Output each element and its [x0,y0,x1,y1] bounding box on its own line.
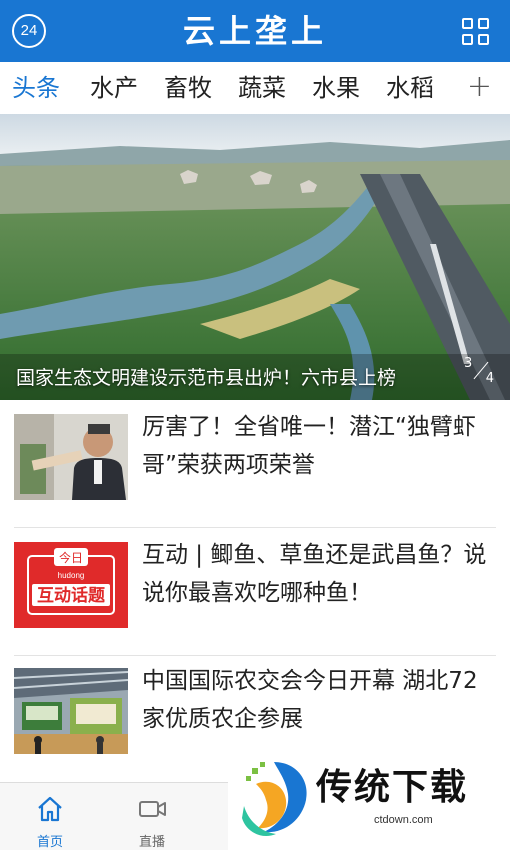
thumb-text-hudong: hudong [58,571,85,580]
watermark: 传统下载 ctdown.com [228,748,510,850]
grid-menu-icon[interactable] [462,18,490,46]
tab-rice[interactable]: 水稻 [386,62,434,114]
tab-fruit[interactable]: 水果 [312,62,360,114]
video-camera-icon [139,801,166,817]
hero-banner[interactable]: 国家生态文明建设示范市县出炉！六市县上榜 3 4 [0,114,510,400]
pager-current: 3 [464,356,473,371]
news-headline: 互动 | 鲫鱼、草鱼还是武昌鱼？说说你最喜欢吃哪种鱼！ [142,542,487,606]
news-thumbnail [14,668,128,754]
nav-home[interactable]: 首页 [0,783,100,850]
watermark-url: ctdown.com [374,814,433,826]
tab-headlines[interactable]: 头条 [12,62,60,114]
news-thumbnail [14,414,128,500]
tab-livestock[interactable]: 畜牧 [164,62,212,114]
app-header: 24 云上垄上 [0,0,510,62]
home-icon [38,796,62,822]
carousel-pager: 3 4 [464,356,494,386]
app-title: 云上垄上 [182,12,327,50]
news-headline: 厉害了！全省唯一！潜江“独臂虾哥”荣获两项荣誉 [142,414,476,478]
hero-landscape-image [0,114,510,400]
nav-live[interactable]: 直播 [102,783,202,850]
thumb-text-topic: 互动话题 [37,585,106,606]
news-item[interactable]: 厉害了！全省唯一！潜江“独臂虾哥”荣获两项荣誉 [0,400,510,528]
watermark-text: 传统下载 [316,767,469,808]
pager-total: 4 [485,371,494,386]
nav-live-label: 直播 [138,835,165,850]
tab-vegetables[interactable]: 蔬菜 [238,62,286,114]
add-tab-icon[interactable]: + [467,62,492,114]
category-tabs: 头条 水产 畜牧 蔬菜 水果 水稻 + [0,62,510,114]
hero-caption: 国家生态文明建设示范市县出炉！六市县上榜 [16,367,397,389]
nav-home-label: 首页 [36,835,63,850]
thumb-text-today: 今日 [59,550,83,565]
news-thumbnail: 今日 hudong 互动话题 [14,542,128,628]
watermark-logo [242,762,307,837]
news-item[interactable]: 今日 hudong 互动话题 互动 | 鲫鱼、草鱼还是武昌鱼？说说你最喜欢吃哪种… [0,528,510,656]
tab-aquatic[interactable]: 水产 [90,62,138,114]
news-headline: 中国国际农交会今日开幕 湖北72家优质农企参展 [142,668,478,732]
